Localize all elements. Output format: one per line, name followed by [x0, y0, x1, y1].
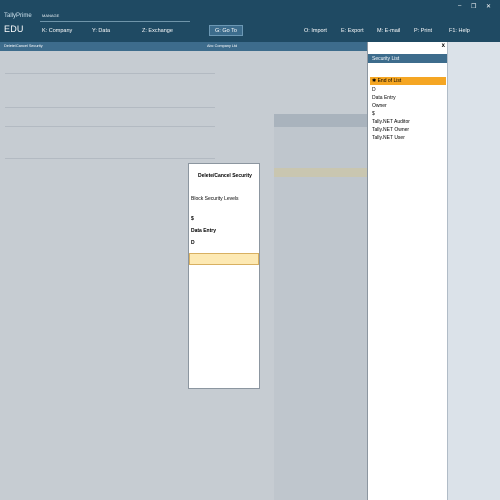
button-bar — [447, 42, 500, 500]
menu-email[interactable]: M: E-mail — [377, 28, 400, 34]
delete-cancel-security-dialog: Delete/Cancel Security Block Security Le… — [188, 163, 260, 389]
menu-export[interactable]: E: Export — [341, 28, 364, 34]
gateway-header — [274, 114, 367, 127]
top-header: TallyPrime EDU MANAGE K: Company Y: Data… — [0, 0, 500, 42]
list-item[interactable]: Tally.NET Owner — [370, 126, 446, 134]
security-level-entry[interactable]: D — [191, 240, 195, 246]
security-list-panel: x Security List ✱ End of List D Data Ent… — [367, 42, 448, 500]
bg-divider — [5, 126, 215, 127]
list-item[interactable]: Owner — [370, 102, 446, 110]
menu-help[interactable]: F1: Help — [449, 28, 470, 34]
manage-label: MANAGE — [42, 13, 60, 18]
list-item[interactable]: Tally.NET User — [370, 134, 446, 142]
bg-divider — [5, 107, 215, 108]
list-item[interactable]: Data Entry — [370, 94, 446, 102]
dialog-subtitle: Block Security Levels — [191, 196, 239, 202]
maximize-icon[interactable]: ❐ — [471, 3, 476, 10]
bg-divider — [5, 73, 215, 74]
company-name: Abc Company Ltd — [207, 44, 238, 48]
screen-title-bar: Delete/Cancel Security Abc Company Ltd — [0, 42, 367, 51]
screen-title: Delete/Cancel Security — [4, 44, 43, 48]
gateway-panel-dimmed — [274, 114, 367, 500]
list-item-end-of-list[interactable]: ✱ End of List — [370, 77, 446, 85]
close-icon[interactable]: ✕ — [486, 3, 491, 10]
menu-goto[interactable]: G: Go To — [209, 25, 243, 36]
close-icon[interactable]: x — [442, 43, 445, 49]
security-list-header: Security List — [368, 54, 448, 63]
product-name: TallyPrime — [4, 13, 32, 19]
security-level-entry[interactable]: $ — [191, 216, 194, 222]
security-level-entry[interactable]: Data Entry — [191, 228, 216, 234]
menu-import[interactable]: O: Import — [304, 28, 327, 34]
menu-data[interactable]: Y: Data — [92, 28, 110, 34]
dialog-title: Delete/Cancel Security — [198, 173, 252, 179]
minimize-icon[interactable]: – — [458, 3, 461, 9]
list-item-label: End of List — [377, 78, 402, 84]
list-item[interactable]: $ — [370, 110, 446, 118]
edition-label: EDU — [4, 24, 24, 34]
menu-print[interactable]: P: Print — [414, 28, 432, 34]
manage-divider — [40, 21, 190, 22]
bg-divider — [5, 158, 215, 159]
menu-company[interactable]: K: Company — [42, 28, 72, 34]
gateway-highlight — [274, 168, 367, 177]
star-icon: ✱ — [372, 78, 377, 84]
list-item[interactable]: D — [370, 86, 446, 94]
list-item[interactable]: Tally.NET Auditor — [370, 118, 446, 126]
menu-exchange[interactable]: Z: Exchange — [142, 28, 173, 34]
security-list-title: Security List — [372, 56, 400, 62]
security-level-input[interactable] — [189, 253, 259, 265]
